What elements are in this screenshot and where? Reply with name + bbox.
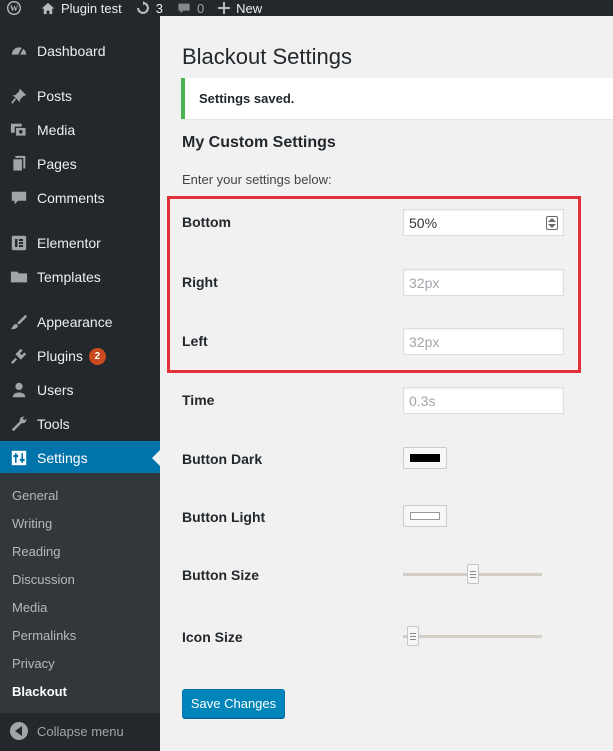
settings-icon bbox=[9, 448, 29, 468]
submenu-item-discussion[interactable]: Discussion bbox=[12, 572, 75, 587]
settings-submenu: General Writing Reading Discussion Media… bbox=[0, 473, 160, 713]
menu-item-media[interactable]: Media bbox=[0, 113, 160, 147]
menu-item-templates[interactable]: Templates bbox=[0, 260, 160, 294]
submenu-item-media[interactable]: Media bbox=[12, 600, 47, 615]
submenu-item-general[interactable]: General bbox=[12, 488, 58, 503]
menu-item-posts[interactable]: Posts bbox=[0, 79, 160, 113]
plugin-icon bbox=[9, 346, 29, 366]
save-changes-button[interactable]: Save Changes bbox=[182, 689, 285, 718]
menu-item-elementor[interactable]: Elementor bbox=[0, 226, 160, 260]
comments-button[interactable]: 0 bbox=[170, 0, 211, 16]
menu-item-users[interactable]: Users bbox=[0, 373, 160, 407]
left-input[interactable] bbox=[403, 328, 564, 355]
admin-sidebar: Dashboard Posts Media Pages Comments Ele… bbox=[0, 16, 160, 751]
section-description: Enter your settings below: bbox=[182, 172, 332, 187]
collapse-menu-label: Collapse menu bbox=[37, 723, 124, 739]
menu-item-tools[interactable]: Tools bbox=[0, 407, 160, 441]
settings-saved-notice: Settings saved. bbox=[181, 78, 613, 119]
button-dark-swatch bbox=[410, 454, 440, 462]
button-size-slider-handle[interactable] bbox=[466, 564, 479, 584]
right-label: Right bbox=[182, 274, 218, 290]
submenu-item-reading[interactable]: Reading bbox=[12, 544, 60, 559]
time-label: Time bbox=[182, 392, 215, 408]
bottom-input[interactable] bbox=[403, 209, 564, 236]
home-icon bbox=[41, 2, 55, 14]
menu-item-pages[interactable]: Pages bbox=[0, 147, 160, 181]
main-content: Blackout Settings Settings saved. My Cus… bbox=[160, 16, 613, 751]
button-dark-label: Button Dark bbox=[182, 451, 263, 467]
plus-icon bbox=[218, 2, 231, 14]
icon-size-slider[interactable] bbox=[403, 635, 542, 638]
site-name: Plugin test bbox=[61, 0, 122, 16]
comment-bubble-icon bbox=[178, 3, 190, 13]
menu-label-media: Media bbox=[37, 122, 76, 138]
menu-item-dashboard[interactable]: Dashboard bbox=[0, 34, 160, 68]
brush-icon bbox=[9, 312, 29, 332]
updates-count: 3 bbox=[155, 0, 163, 16]
menu-label-appearance: Appearance bbox=[37, 314, 113, 330]
plugins-update-badge: 2 bbox=[88, 347, 106, 365]
user-icon bbox=[9, 380, 29, 400]
menu-label-templates: Templates bbox=[37, 269, 101, 285]
site-name-button[interactable]: Plugin test bbox=[34, 0, 129, 16]
icon-size-slider-handle[interactable] bbox=[406, 626, 419, 646]
submenu-item-privacy[interactable]: Privacy bbox=[12, 656, 55, 671]
menu-label-pages: Pages bbox=[37, 156, 77, 172]
menu-item-plugins[interactable]: Plugins 2 bbox=[0, 339, 160, 373]
right-input[interactable] bbox=[403, 269, 564, 296]
wrench-icon bbox=[9, 414, 29, 434]
time-input[interactable] bbox=[403, 387, 564, 414]
elementor-icon bbox=[9, 233, 29, 253]
button-size-label: Button Size bbox=[182, 567, 259, 583]
wordpress-logo-icon: W bbox=[7, 1, 21, 15]
wordpress-logo-button[interactable]: W bbox=[0, 0, 34, 16]
menu-label-plugins: Plugins bbox=[37, 348, 83, 364]
dashboard-icon bbox=[9, 41, 29, 61]
menu-item-comments[interactable]: Comments bbox=[0, 181, 160, 215]
comment-icon bbox=[9, 188, 29, 208]
submenu-item-blackout[interactable]: Blackout bbox=[12, 684, 67, 699]
notice-text: Settings saved. bbox=[199, 91, 295, 106]
menu-label-users: Users bbox=[37, 382, 74, 398]
folder-icon bbox=[9, 267, 29, 287]
collapse-arrow-icon bbox=[10, 722, 28, 740]
button-light-swatch bbox=[410, 512, 440, 520]
pages-icon bbox=[9, 154, 29, 174]
menu-item-appearance[interactable]: Appearance bbox=[0, 305, 160, 339]
comments-count: 0 bbox=[196, 0, 205, 16]
menu-label-posts: Posts bbox=[37, 88, 73, 104]
section-title: My Custom Settings bbox=[182, 134, 336, 151]
new-label: New bbox=[236, 0, 263, 16]
menu-label-settings: Settings bbox=[37, 450, 88, 466]
bottom-label: Bottom bbox=[182, 214, 231, 230]
svg-text:W: W bbox=[10, 4, 19, 13]
menu-label-comments: Comments bbox=[37, 190, 105, 206]
collapse-menu-button[interactable]: Collapse menu bbox=[0, 716, 160, 746]
left-label: Left bbox=[182, 333, 208, 349]
menu-item-settings[interactable]: Settings bbox=[0, 441, 160, 475]
new-content-button[interactable]: New bbox=[211, 0, 269, 16]
media-icon bbox=[9, 120, 29, 140]
menu-label-tools: Tools bbox=[37, 416, 70, 432]
button-dark-color-picker[interactable] bbox=[403, 447, 447, 469]
submenu-item-writing[interactable]: Writing bbox=[12, 516, 52, 531]
spinner-icon[interactable] bbox=[546, 216, 558, 230]
updates-button[interactable]: 3 bbox=[129, 0, 170, 16]
updates-icon bbox=[136, 1, 149, 14]
page-title: Blackout Settings bbox=[182, 44, 352, 69]
menu-label-dashboard: Dashboard bbox=[37, 43, 106, 59]
icon-size-label: Icon Size bbox=[182, 629, 243, 645]
submenu-item-permalinks[interactable]: Permalinks bbox=[12, 628, 76, 643]
pin-icon bbox=[9, 86, 29, 106]
button-light-label: Button Light bbox=[182, 509, 266, 525]
admin-bar: W Plugin test 3 0 New bbox=[0, 0, 613, 16]
button-light-color-picker[interactable] bbox=[403, 505, 447, 527]
menu-label-elementor: Elementor bbox=[37, 235, 101, 251]
